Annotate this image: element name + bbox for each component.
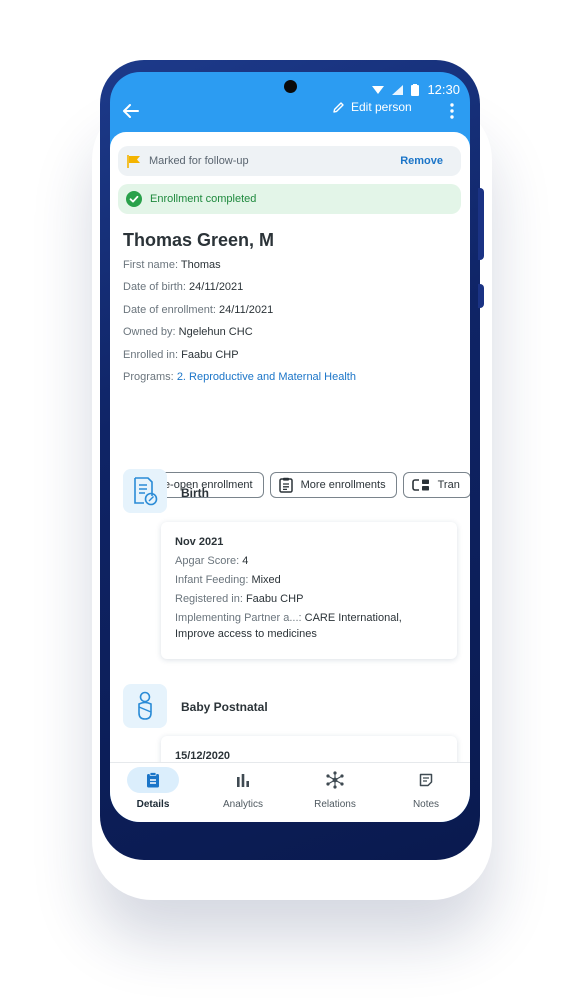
nav-relations-icon-pill bbox=[309, 767, 361, 793]
back-arrow-icon[interactable] bbox=[120, 100, 142, 122]
follow-up-text: Marked for follow-up bbox=[149, 155, 249, 167]
attr-value: 24/11/2021 bbox=[189, 281, 244, 293]
details-content[interactable]: Marked for follow-up Remove Enrollment c… bbox=[110, 132, 470, 762]
baby-postnatal-event-title: Baby Postnatal bbox=[181, 700, 268, 714]
nav-notes[interactable]: Notes bbox=[386, 767, 466, 819]
edit-person-button[interactable]: Edit person bbox=[332, 100, 412, 114]
attr-date-of-birth: Date of birth: 24/11/2021 bbox=[123, 281, 243, 293]
baby-icon bbox=[138, 691, 152, 720]
attr-label: Enrolled in: bbox=[123, 349, 179, 361]
attr-owned-by: Owned by: Ngelehun CHC bbox=[123, 326, 253, 338]
attr-value: Faabu CHP bbox=[181, 349, 239, 361]
event-row-registered-in: Registered in: Faabu CHP bbox=[175, 591, 443, 607]
attr-programs: Programs: 2. Reproductive and Maternal H… bbox=[123, 371, 356, 383]
attr-date-of-enrollment: Date of enrollment: 24/11/2021 bbox=[123, 304, 273, 316]
nav-notes-label: Notes bbox=[412, 799, 440, 810]
nav-details-icon-pill bbox=[127, 767, 179, 793]
row-label: Apgar Score: bbox=[175, 555, 240, 567]
app-bar: Edit person bbox=[110, 94, 470, 128]
follow-up-banner: Marked for follow-up Remove bbox=[118, 146, 461, 176]
remove-follow-up-button[interactable]: Remove bbox=[400, 155, 443, 167]
attr-enrolled-in: Enrolled in: Faabu CHP bbox=[123, 349, 239, 361]
event-date: 15/12/2020 bbox=[175, 750, 231, 762]
attr-label: Owned by: bbox=[123, 326, 176, 338]
edit-person-label: Edit person bbox=[351, 100, 412, 114]
nav-details-label: Details bbox=[136, 799, 170, 810]
attr-value: 24/11/2021 bbox=[219, 304, 274, 316]
note-icon bbox=[419, 773, 433, 787]
bar-chart-icon bbox=[237, 774, 249, 787]
birth-event-card[interactable]: Nov 2021 Apgar Score: 4 Infant Feeding: … bbox=[161, 522, 457, 659]
more-vert-icon[interactable] bbox=[446, 100, 458, 122]
attr-label: First name: bbox=[123, 259, 179, 271]
program-link[interactable]: 2. Reproductive and Maternal Health bbox=[177, 371, 356, 383]
pencil-icon bbox=[333, 101, 344, 113]
row-label: Implementing Partner a...: bbox=[175, 612, 302, 624]
check-circle-icon bbox=[126, 191, 142, 207]
wifi-icon bbox=[372, 85, 385, 94]
event-row-apgar: Apgar Score: 4 bbox=[175, 553, 443, 569]
nav-analytics-icon-pill bbox=[217, 767, 269, 793]
document-edit-icon bbox=[134, 477, 158, 506]
attr-label: Programs: bbox=[123, 371, 174, 383]
flag-icon bbox=[127, 154, 140, 168]
row-label: Infant Feeding: bbox=[175, 574, 249, 586]
event-row-infant-feeding: Infant Feeding: Mixed bbox=[175, 572, 443, 588]
attr-value: Thomas bbox=[180, 259, 221, 271]
attr-value: Ngelehun CHC bbox=[178, 326, 253, 338]
clipboard-list-icon bbox=[278, 477, 293, 493]
clipboard-icon bbox=[147, 772, 159, 788]
event-row-implementing-partner: Implementing Partner a...: CARE Internat… bbox=[175, 610, 443, 642]
transfer-label: Tran bbox=[437, 479, 460, 491]
nav-analytics[interactable]: Analytics bbox=[203, 767, 283, 819]
row-value: Faabu CHP bbox=[245, 593, 304, 605]
attr-label: Date of birth: bbox=[123, 281, 186, 293]
event-date: Nov 2021 bbox=[175, 536, 224, 548]
baby-postnatal-icon-tile bbox=[123, 684, 167, 728]
enrollment-status-text: Enrollment completed bbox=[150, 193, 257, 205]
attr-first-name: First name: Thomas bbox=[123, 259, 221, 271]
row-value: Mixed bbox=[251, 574, 281, 586]
birth-event-icon-tile bbox=[123, 469, 167, 513]
nav-relations-label: Relations bbox=[314, 799, 356, 810]
bottom-navigation: Details Analytics Relations Notes bbox=[110, 762, 470, 822]
power-button bbox=[478, 284, 484, 308]
nav-relations[interactable]: Relations bbox=[295, 767, 375, 819]
birth-event-title: Birth bbox=[181, 486, 209, 500]
nav-details[interactable]: Details bbox=[113, 767, 193, 819]
more-enrollments-button[interactable]: More enrollments bbox=[269, 472, 397, 498]
row-label: Registered in: bbox=[175, 593, 243, 605]
volume-button bbox=[478, 188, 484, 260]
enrollment-status-banner: Enrollment completed bbox=[118, 184, 461, 214]
signal-icon bbox=[392, 84, 404, 95]
enrollment-actions: Re-open enrollment More enrollments Tran bbox=[123, 472, 470, 498]
row-value: 4 bbox=[242, 555, 249, 567]
network-icon bbox=[326, 771, 344, 789]
attr-label: Date of enrollment: bbox=[123, 304, 216, 316]
nav-analytics-label: Analytics bbox=[222, 799, 263, 810]
more-enrollments-label: More enrollments bbox=[300, 479, 386, 491]
nav-notes-icon-pill bbox=[400, 767, 452, 793]
baby-postnatal-event-card[interactable]: 15/12/2020 bbox=[161, 736, 457, 762]
front-camera bbox=[284, 80, 297, 93]
transfer-icon bbox=[411, 479, 429, 491]
person-name: Thomas Green, M bbox=[123, 230, 275, 250]
transfer-button[interactable]: Tran bbox=[402, 472, 470, 498]
phone-screen: 12:30 Edit person Marked for follow-up R… bbox=[110, 72, 470, 822]
